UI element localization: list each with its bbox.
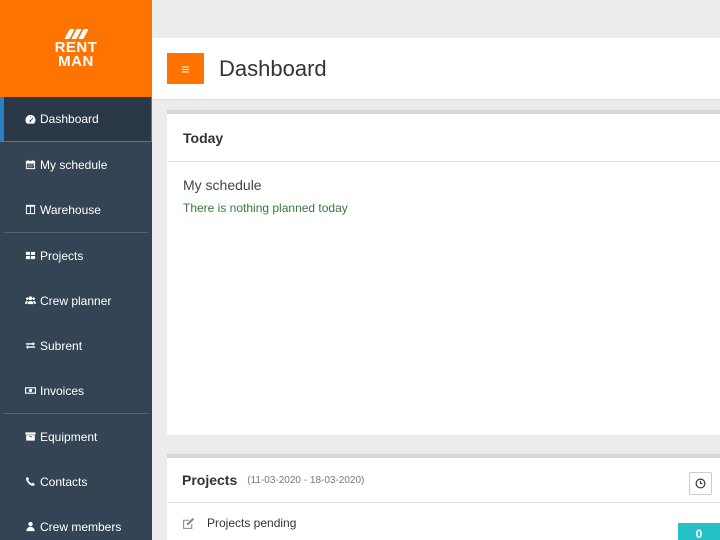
today-panel: Today My schedule There is nothing plann… <box>167 110 720 435</box>
dashboard-icon <box>24 113 36 125</box>
sidebar-nav: Dashboard My schedule Warehouse <box>0 97 152 232</box>
sidebar-item-label: Contacts <box>40 474 88 489</box>
sidebar-item-warehouse[interactable]: Warehouse <box>0 187 152 232</box>
sidebar-item-crew-members[interactable]: Crew members <box>0 504 152 540</box>
sidebar-item-label: Invoices <box>40 383 85 398</box>
sidebar-item-equipment[interactable]: Equipment <box>0 414 152 459</box>
sidebar-item-projects[interactable]: Projects <box>0 233 152 278</box>
sidebar-item-subrent[interactable]: Subrent <box>0 323 152 368</box>
sidebar-item-label: Warehouse <box>40 202 101 217</box>
money-icon <box>24 385 36 397</box>
sidebar-item-my-schedule[interactable]: My schedule <box>0 142 152 187</box>
sidebar-item-label: Dashboard <box>40 112 99 126</box>
today-panel-header: Today <box>167 114 720 162</box>
sidebar-item-dashboard[interactable]: Dashboard <box>0 97 152 142</box>
projects-pending-row[interactable]: Projects pending 0 <box>167 503 720 540</box>
sidebar-item-crew-planner[interactable]: Crew planner <box>0 278 152 323</box>
sidebar: RENT MAN Dashboard My schedule Warehouse… <box>0 0 152 540</box>
sidebar-item-label: Equipment <box>40 429 98 444</box>
projects-date-range: (11-03-2020 - 18-03-2020) <box>247 474 365 486</box>
period-select-button[interactable] <box>689 472 712 495</box>
menu-toggle-button[interactable]: ≡ <box>167 53 204 84</box>
logo-text-line2: MAN <box>58 52 94 70</box>
projects-panel-title: Projects <box>182 472 238 488</box>
grid-icon <box>24 250 36 262</box>
my-schedule-heading: My schedule <box>183 177 262 193</box>
sidebar-item-label: My schedule <box>40 157 108 172</box>
sidebar-item-label: Subrent <box>40 338 83 353</box>
sidebar-item-label: Crew planner <box>40 293 112 308</box>
projects-pending-label: Projects pending <box>207 516 297 530</box>
edit-icon <box>183 517 195 529</box>
sidebar-item-contacts[interactable]: Contacts <box>0 459 152 504</box>
archive-icon <box>24 431 36 443</box>
sidebar-item-invoices[interactable]: Invoices <box>0 368 152 413</box>
hamburger-icon: ≡ <box>181 60 190 77</box>
empty-schedule-message: There is nothing planned today <box>183 201 348 215</box>
projects-pending-count-badge[interactable]: 0 <box>678 523 720 540</box>
top-bar <box>152 0 720 38</box>
page-title: Dashboard <box>219 55 327 81</box>
rentman-logo[interactable]: RENT MAN <box>0 0 152 97</box>
page-header: ≡ Dashboard <box>152 38 720 100</box>
sidebar-item-label: Crew members <box>40 519 122 534</box>
logo-mark-icon <box>63 28 89 39</box>
projects-panel-header: Projects (11-03-2020 - 18-03-2020) <box>167 458 720 503</box>
exchange-icon <box>24 340 36 352</box>
user-icon <box>24 521 36 533</box>
today-panel-title: Today <box>183 129 224 146</box>
users-icon <box>24 295 36 307</box>
columns-icon <box>24 204 36 216</box>
clock-icon <box>695 478 706 489</box>
sidebar-item-label: Projects <box>40 248 84 263</box>
projects-panel: Projects (11-03-2020 - 18-03-2020) Proje… <box>167 454 720 540</box>
phone-icon <box>24 476 36 488</box>
today-panel-body: My schedule There is nothing planned tod… <box>167 162 720 230</box>
calendar-icon <box>24 159 36 171</box>
